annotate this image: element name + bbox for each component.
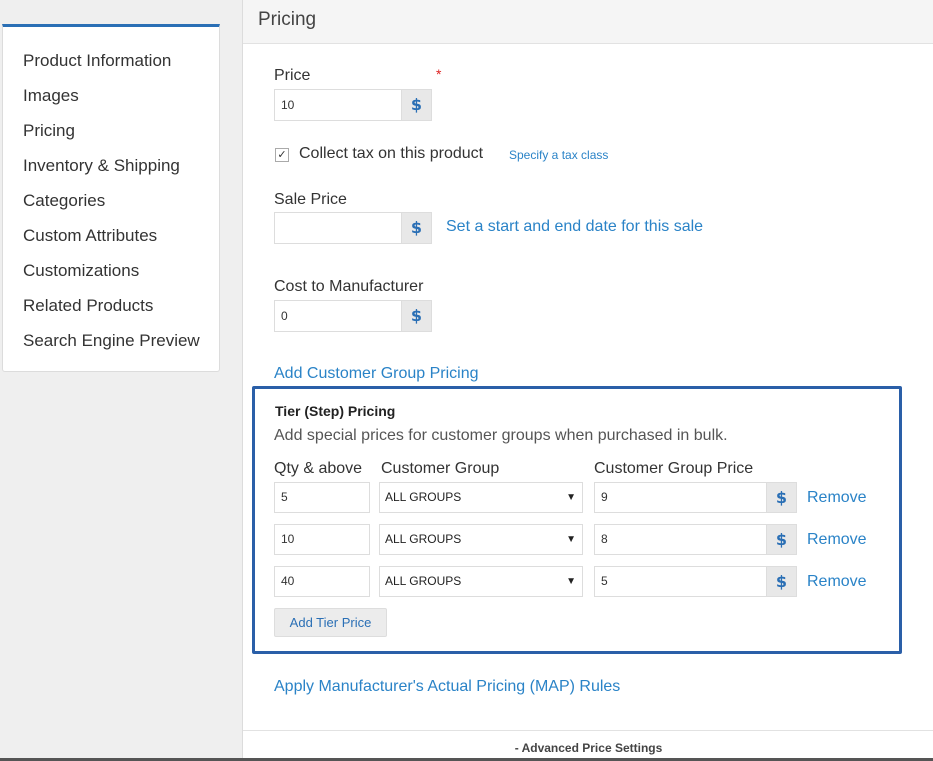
cost-input-group: $ — [274, 300, 432, 332]
dollar-icon: $ — [401, 212, 432, 244]
tier-price-input[interactable]: 9 — [594, 482, 766, 513]
chevron-down-icon: ▼ — [566, 492, 576, 503]
sale-date-link[interactable]: Set a start and end date for this sale — [446, 218, 703, 236]
pricing-panel: Pricing Price * $ ✓ Collect tax on this … — [242, 0, 933, 761]
tier-qty-input[interactable]: 5 — [274, 482, 370, 513]
tier-description: Add special prices for customer groups w… — [274, 427, 728, 444]
dollar-icon: $ — [766, 524, 797, 555]
sidebar-item-pricing[interactable]: Pricing — [3, 119, 219, 154]
tier-pricing-box: Tier (Step) Pricing Add special prices f… — [252, 386, 902, 654]
customer-group-pricing-link[interactable]: Add Customer Group Pricing — [274, 365, 479, 383]
chevron-down-icon: ▼ — [566, 534, 576, 545]
qty-column-header: Qty & above — [274, 460, 363, 477]
tier-price-input[interactable]: 5 — [594, 566, 766, 597]
sidebar-list: Product Information Images Pricing Inven… — [3, 27, 219, 364]
tier-price-group: 9 $ — [594, 482, 797, 513]
dollar-icon: $ — [401, 300, 432, 332]
tier-price-group: 5 $ — [594, 566, 797, 597]
price-input[interactable] — [274, 89, 401, 121]
advanced-price-settings-toggle[interactable]: - Advanced Price Settings — [243, 730, 933, 761]
sidebar-item-product-information[interactable]: Product Information — [3, 49, 219, 84]
dollar-icon: $ — [766, 482, 797, 513]
tier-group-select[interactable]: ALL GROUPS ▼ — [379, 482, 583, 513]
map-rules-link[interactable]: Apply Manufacturer's Actual Pricing (MAP… — [274, 678, 620, 696]
tier-group-select[interactable]: ALL GROUPS ▼ — [379, 566, 583, 597]
dollar-icon: $ — [401, 89, 432, 121]
sidebar-item-custom-attributes[interactable]: Custom Attributes — [3, 224, 219, 259]
sidebar-item-categories[interactable]: Categories — [3, 189, 219, 224]
tier-group-value: ALL GROUPS — [385, 532, 462, 546]
sidebar-item-inventory-shipping[interactable]: Inventory & Shipping — [3, 154, 219, 189]
tier-qty-input[interactable]: 40 — [274, 566, 370, 597]
chevron-down-icon: ▼ — [566, 576, 576, 587]
tier-group-select[interactable]: ALL GROUPS ▼ — [379, 524, 583, 555]
tier-group-value: ALL GROUPS — [385, 574, 462, 588]
cost-input[interactable] — [274, 300, 401, 332]
sidebar-item-search-engine-preview[interactable]: Search Engine Preview — [3, 329, 219, 364]
tax-label: Collect tax on this product — [299, 145, 484, 162]
sale-price-input[interactable] — [274, 212, 401, 244]
tier-title: Tier (Step) Pricing — [275, 403, 396, 419]
sale-price-input-group: $ — [274, 212, 432, 244]
sale-price-label: Sale Price — [274, 191, 347, 208]
dollar-icon: $ — [766, 566, 797, 597]
tax-class-link[interactable]: Specify a tax class — [509, 148, 608, 162]
cost-label: Cost to Manufacturer — [274, 278, 424, 295]
tier-qty-input[interactable]: 10 — [274, 524, 370, 555]
group-column-header: Customer Group — [381, 460, 500, 477]
remove-tier-link[interactable]: Remove — [807, 489, 867, 507]
add-tier-price-button[interactable]: Add Tier Price — [274, 608, 387, 637]
tier-price-group: 8 $ — [594, 524, 797, 555]
sidebar-nav: Product Information Images Pricing Inven… — [2, 24, 220, 372]
tier-group-value: ALL GROUPS — [385, 490, 462, 504]
sidebar-item-customizations[interactable]: Customizations — [3, 259, 219, 294]
remove-tier-link[interactable]: Remove — [807, 573, 867, 591]
sidebar-item-related-products[interactable]: Related Products — [3, 294, 219, 329]
tier-price-input[interactable]: 8 — [594, 524, 766, 555]
tax-checkbox[interactable]: ✓ — [275, 148, 289, 162]
price-column-header: Customer Group Price — [594, 460, 754, 477]
price-label: Price — [274, 67, 311, 84]
remove-tier-link[interactable]: Remove — [807, 531, 867, 549]
section-title: Pricing — [243, 0, 933, 44]
sidebar-item-images[interactable]: Images — [3, 84, 219, 119]
required-marker: * — [436, 66, 442, 82]
price-input-group: $ — [274, 89, 432, 121]
